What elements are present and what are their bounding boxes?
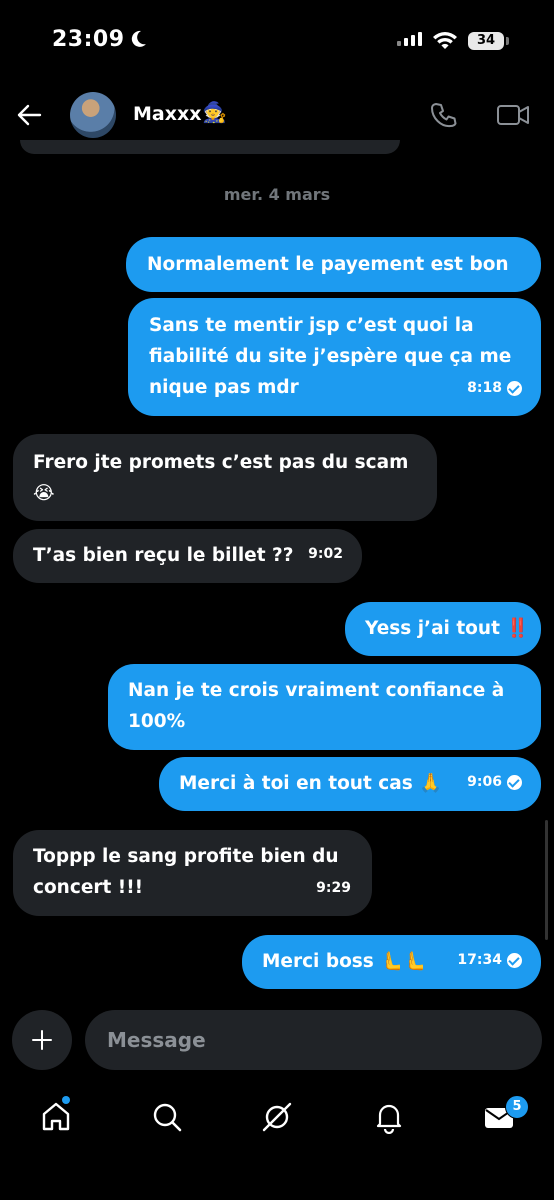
- status-time: 23:09: [52, 27, 125, 52]
- battery-indicator: 34: [468, 32, 504, 50]
- search-icon[interactable]: [150, 1100, 184, 1134]
- message-bubble-incoming[interactable]: T’as bien reçu le billet ?? 9:02: [13, 529, 362, 583]
- back-arrow-icon[interactable]: [16, 102, 42, 128]
- message-bubble-outgoing[interactable]: Merci à toi en tout cas 🙏 9:06: [159, 757, 541, 811]
- message-text: Yess j’ai tout ‼️: [365, 618, 530, 639]
- message-meta: 17:34: [457, 945, 522, 976]
- message-text: Sans te mentir jsp c’est quoi la: [149, 315, 474, 336]
- message-text: 😭: [33, 483, 55, 504]
- read-receipt-icon: [507, 953, 522, 968]
- message-time: 9:02: [308, 546, 343, 562]
- home-notification-dot: [62, 1096, 70, 1104]
- moon-icon: [131, 30, 146, 47]
- cellular-signal-icon: [397, 32, 422, 46]
- message-meta: 8:18: [467, 373, 522, 404]
- message-bubble-incoming[interactable]: Frero jte promets c’est pas du scam 😭: [13, 434, 437, 521]
- contact-name[interactable]: Maxxx: [133, 103, 202, 125]
- message-text: Normalement le payement est bon: [147, 254, 509, 275]
- message-bubble-outgoing[interactable]: Yess j’ai tout ‼️: [345, 602, 541, 656]
- message-meta: 9:06: [467, 767, 522, 798]
- message-input[interactable]: Message: [85, 1010, 542, 1070]
- previous-message-bubble: [20, 140, 400, 154]
- date-separator: mer. 4 mars: [223, 185, 331, 204]
- message-bubble-outgoing[interactable]: Sans te mentir jsp c’est quoi la fiabili…: [128, 298, 541, 416]
- message-meta: 9:02: [308, 539, 343, 570]
- home-icon[interactable]: [39, 1100, 73, 1134]
- messages-unread-badge: 5: [505, 1095, 529, 1119]
- message-bubble-outgoing[interactable]: Nan je te crois vraiment confiance à 100…: [108, 664, 541, 750]
- message-meta: 9:29: [316, 873, 351, 904]
- read-receipt-icon: [507, 381, 522, 396]
- message-time: 17:34: [457, 952, 502, 968]
- message-time: 8:18: [467, 380, 502, 396]
- message-time: 9:29: [316, 880, 351, 896]
- message-text: Nan je te crois vraiment confiance à: [128, 680, 505, 701]
- add-attachment-button[interactable]: [12, 1010, 72, 1070]
- contact-avatar[interactable]: [70, 92, 116, 138]
- message-bubble-outgoing[interactable]: Merci boss 🫷🫷 17:34: [242, 935, 541, 989]
- notifications-bell-icon[interactable]: [372, 1100, 406, 1134]
- message-text: Frero jte promets c’est pas du scam: [33, 452, 409, 473]
- contact-name-emoji: 🧙: [202, 100, 227, 124]
- message-text: Toppp le sang profite bien du: [33, 846, 339, 867]
- message-text: 100%: [128, 711, 186, 732]
- message-text: fiabilité du site j’espère que ça me: [149, 346, 512, 367]
- phone-call-icon[interactable]: [430, 101, 458, 129]
- video-call-icon[interactable]: [496, 101, 530, 129]
- wifi-icon: [433, 32, 457, 49]
- read-receipt-icon: [507, 775, 522, 790]
- grok-icon[interactable]: [260, 1100, 294, 1134]
- battery-cap: [506, 37, 509, 45]
- message-bubble-incoming[interactable]: Toppp le sang profite bien du concert !!…: [13, 830, 372, 916]
- message-time: 9:06: [467, 774, 502, 790]
- scrollbar[interactable]: [545, 820, 548, 940]
- message-bubble-outgoing[interactable]: Normalement le payement est bon: [126, 237, 541, 292]
